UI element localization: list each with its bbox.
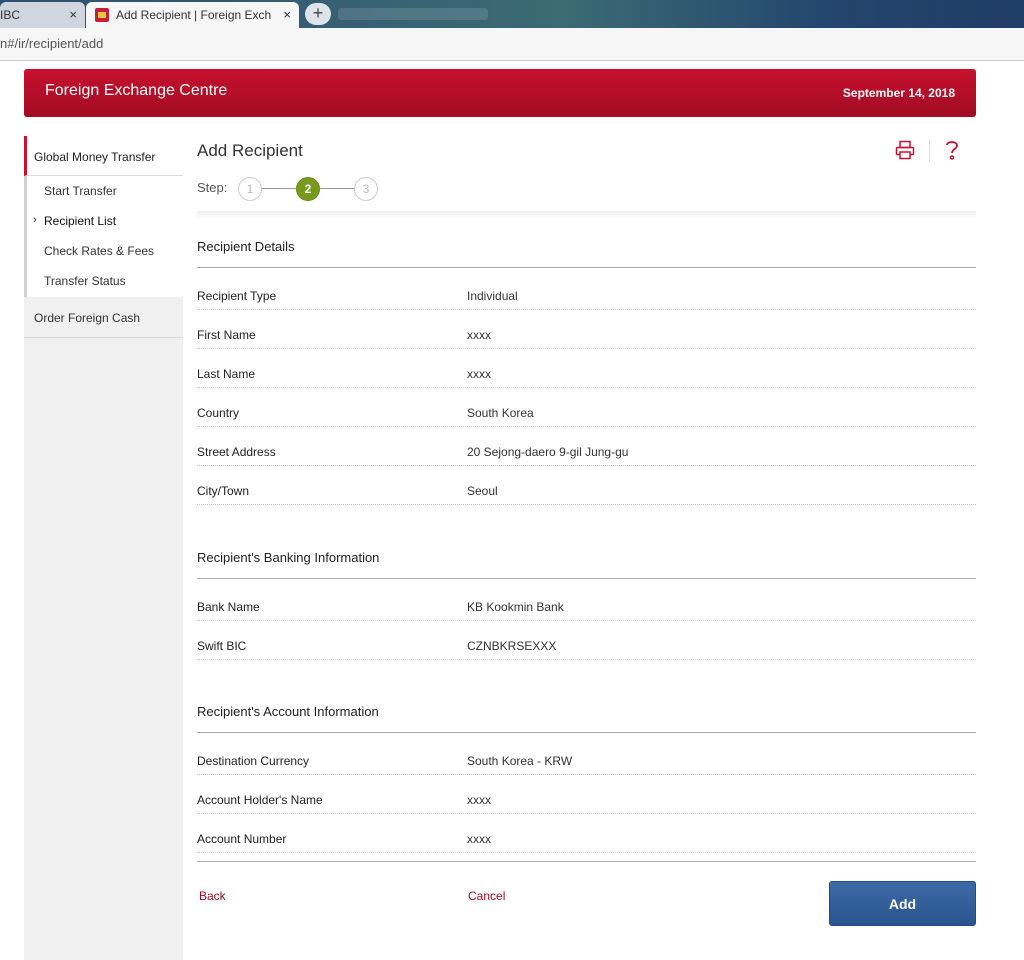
printer-icon[interactable] xyxy=(895,140,915,160)
tab-title: IBC xyxy=(0,8,21,22)
section-title: Recipient's Banking Information xyxy=(197,550,380,565)
bottom-divider xyxy=(197,861,976,862)
browser-tab-active[interactable]: Add Recipient | Foreign Exchange Centre … xyxy=(86,2,299,28)
sidebar: Global Money Transfer Start Transfer › R… xyxy=(24,136,183,960)
sidebar-item-start-transfer[interactable]: Start Transfer xyxy=(44,184,117,198)
step-indicator-3: 3 xyxy=(354,177,378,201)
section-title: Recipient's Account Information xyxy=(197,704,379,719)
detail-label: Bank Name xyxy=(197,600,260,614)
step-connector xyxy=(262,188,296,189)
header-date: September 14, 2018 xyxy=(842,86,955,100)
detail-row: Destination Currency South Korea - KRW xyxy=(197,736,976,775)
browser-tab-strip: IBC × Add Recipient | Foreign Exchange C… xyxy=(0,0,1024,28)
detail-label: Recipient Type xyxy=(197,289,277,303)
detail-row: Swift BIC CZNBKRSEXXX xyxy=(197,621,976,660)
detail-row: Account Number xxxx xyxy=(197,814,976,853)
cibc-favicon xyxy=(95,8,109,22)
detail-row: Recipient Type Individual xyxy=(197,271,976,310)
plus-icon[interactable]: + xyxy=(305,3,331,25)
add-button[interactable]: Add xyxy=(829,881,976,926)
help-icon[interactable] xyxy=(943,139,961,161)
detail-value: South Korea xyxy=(467,406,534,420)
detail-value: KB Kookmin Bank xyxy=(467,600,564,614)
site-title: Foreign Exchange Centre xyxy=(45,82,228,99)
sidebar-item-label: Recipient List xyxy=(44,214,117,228)
detail-row: Bank Name KB Kookmin Bank xyxy=(197,582,976,621)
detail-label: Last Name xyxy=(197,367,256,381)
close-icon[interactable]: × xyxy=(283,2,291,28)
page-title: Add Recipient xyxy=(197,141,303,160)
step-label: Step: xyxy=(197,180,228,195)
detail-row: Account Holder's Name xxxx xyxy=(197,775,976,814)
section-divider xyxy=(197,732,976,733)
section-divider xyxy=(197,267,976,268)
detail-row: City/Town Seoul xyxy=(197,466,976,505)
detail-value: xxxx xyxy=(467,793,491,807)
sidebar-item-label: Transfer Status xyxy=(44,274,126,288)
sidebar-item-transfer-status[interactable]: Transfer Status xyxy=(44,274,126,288)
sidebar-submenu: Start Transfer › Recipient List Check Ra… xyxy=(24,176,183,297)
tab-title: Add Recipient | Foreign Exchange Centre xyxy=(116,8,271,22)
close-icon[interactable]: × xyxy=(69,2,77,28)
detail-row: Street Address 20 Sejong-daero 9-gil Jung… xyxy=(197,427,976,466)
sidebar-item-recipient-list[interactable]: › Recipient List xyxy=(33,214,117,228)
sidebar-group-label: Global Money Transfer xyxy=(34,150,156,164)
detail-label: Destination Currency xyxy=(197,754,310,768)
detail-value: South Korea - KRW xyxy=(467,754,573,768)
step-connector xyxy=(320,188,354,189)
sidebar-item-check-rates-fees[interactable]: Check Rates & Fees xyxy=(44,244,154,258)
section-divider xyxy=(197,578,976,579)
detail-row: Country South Korea xyxy=(197,388,976,427)
chevron-right-icon: › xyxy=(33,214,37,226)
detail-value: xxxx xyxy=(467,367,491,381)
detail-label: Account Holder's Name xyxy=(197,793,323,807)
detail-value: 20 Sejong-daero 9-gil Jung-gu xyxy=(467,445,629,459)
detail-value: Individual xyxy=(467,289,518,303)
detail-label: First Name xyxy=(197,328,256,342)
detail-row: First Name xxxx xyxy=(197,310,976,349)
detail-label: Account Number xyxy=(197,832,287,846)
detail-value: Seoul xyxy=(467,484,498,498)
cancel-link[interactable]: Cancel xyxy=(468,889,505,903)
detail-row: Last Name xxxx xyxy=(197,349,976,388)
blurred-tab-area xyxy=(338,8,488,20)
detail-label: City/Town xyxy=(197,484,250,498)
sidebar-item-order-foreign-cash[interactable]: Order Foreign Cash xyxy=(24,297,183,338)
detail-value: xxxx xyxy=(467,832,491,846)
sidebar-item-label: Check Rates & Fees xyxy=(44,244,155,258)
step-indicator-2: 2 xyxy=(296,177,320,201)
sidebar-item-label: Start Transfer xyxy=(44,184,117,198)
detail-value: CZNBKRSEXXX xyxy=(467,639,557,653)
sidebar-group-global-money-transfer[interactable]: Global Money Transfer xyxy=(24,136,183,176)
section-title: Recipient Details xyxy=(197,239,295,254)
title-divider xyxy=(197,211,976,219)
detail-label: Swift BIC xyxy=(197,639,247,653)
icon-divider xyxy=(929,140,930,162)
address-bar[interactable]: n#/ir/recipient/add xyxy=(0,28,1024,61)
detail-label: Country xyxy=(197,406,240,420)
site-header: Foreign Exchange Centre September 14, 20… xyxy=(24,69,976,117)
step-indicator-1: 1 xyxy=(238,177,262,201)
detail-value: xxxx xyxy=(467,328,491,342)
detail-label: Street Address xyxy=(197,445,276,459)
browser-tab-inactive[interactable]: IBC × xyxy=(0,2,85,28)
url-text: n#/ir/recipient/add xyxy=(0,36,104,51)
back-link[interactable]: Back xyxy=(199,889,226,903)
sidebar-item-label: Order Foreign Cash xyxy=(34,311,141,325)
